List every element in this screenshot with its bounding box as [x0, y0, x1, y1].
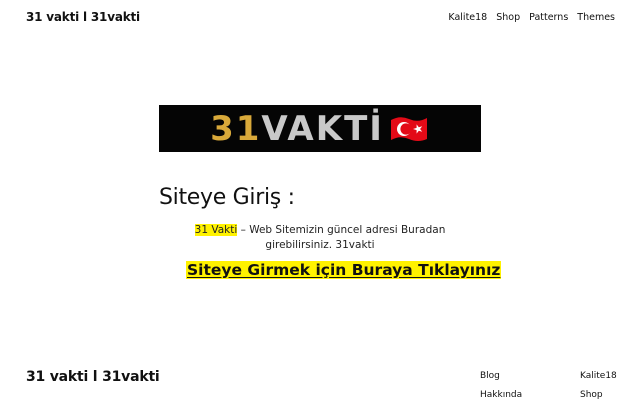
- turkish-flag-icon: [390, 116, 427, 141]
- footer-link-hakkinda[interactable]: Hakkında: [480, 390, 522, 400]
- logo-number: 31: [210, 108, 262, 149]
- main-nav: Kalite18 Shop Patterns Themes: [448, 12, 615, 23]
- enter-site-link[interactable]: Siteye Girmek için Buraya Tıklayınız: [186, 261, 502, 279]
- site-header: 31 vakti l 31vakti Kalite18 Shop Pattern…: [0, 0, 640, 36]
- nav-item-patterns[interactable]: Patterns: [529, 12, 568, 23]
- footer-link-blog[interactable]: Blog: [480, 371, 522, 381]
- footer-site-title[interactable]: 31 vakti l 31vakti: [26, 369, 160, 385]
- footer-nav-column-2: Kalite18 Shop: [580, 371, 617, 400]
- page-heading: Siteye Giriş :: [159, 185, 295, 210]
- highlighted-site-name: 31 Vakti: [194, 224, 238, 236]
- site-title[interactable]: 31 vakti l 31vakti: [26, 10, 140, 24]
- nav-item-shop[interactable]: Shop: [496, 12, 520, 23]
- logo-text: 31VAKTİ: [210, 112, 384, 146]
- description-rest: – Web Sitemizin güncel adresi Buradan gi…: [237, 224, 446, 251]
- site-logo-banner: 31VAKTİ: [159, 105, 481, 152]
- nav-item-kalite18[interactable]: Kalite18: [448, 12, 487, 23]
- footer-link-shop[interactable]: Shop: [580, 390, 617, 400]
- description-text: 31 Vakti – Web Sitemizin güncel adresi B…: [188, 223, 452, 253]
- nav-item-themes[interactable]: Themes: [577, 12, 615, 23]
- footer-nav-column-1: Blog Hakkında: [480, 371, 522, 400]
- footer-link-kalite18[interactable]: Kalite18: [580, 371, 617, 381]
- logo-word: VAKTİ: [261, 108, 384, 149]
